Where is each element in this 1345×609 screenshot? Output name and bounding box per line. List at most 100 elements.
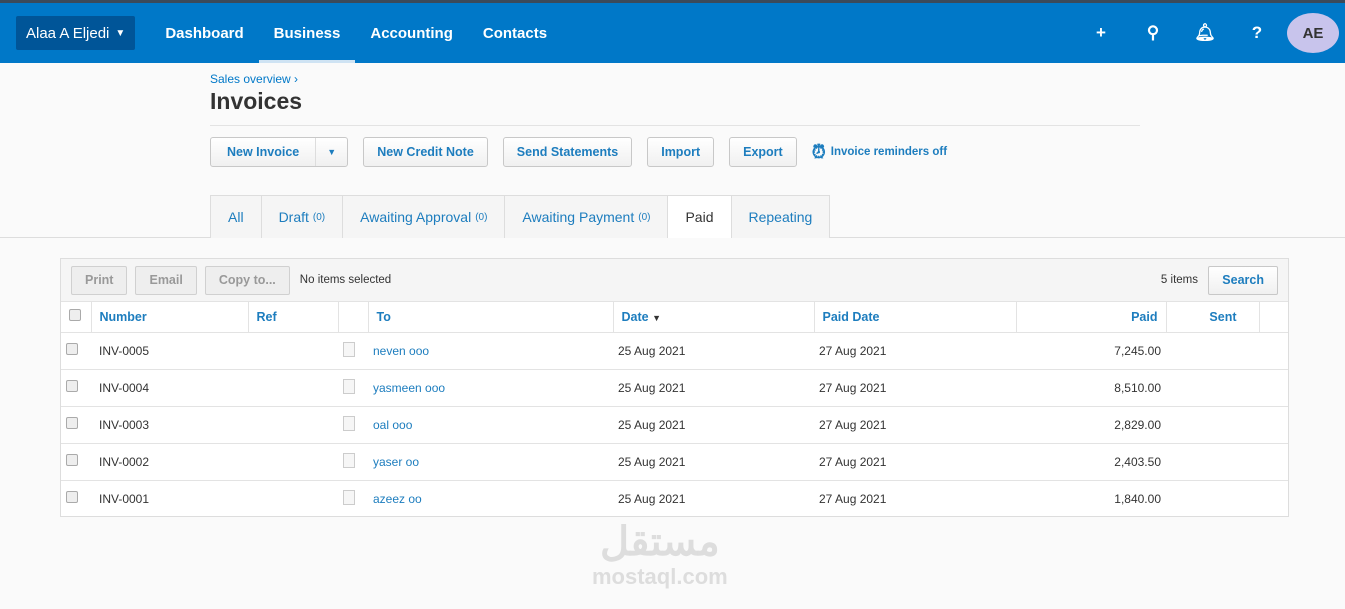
watermark-arabic: مستقل <box>599 520 720 564</box>
invoice-paid-amount: 1,840.00 <box>1114 491 1161 506</box>
send-statements-button[interactable]: Send Statements <box>502 137 633 167</box>
avatar[interactable]: AE <box>1287 13 1339 53</box>
invoice-date: 25 Aug 2021 <box>613 406 814 444</box>
tab-label: Draft <box>278 209 309 225</box>
col-paid-date[interactable]: Paid Date <box>813 302 1016 333</box>
invoice-sent <box>1166 332 1259 370</box>
table-row[interactable]: INV-0001 azeez oo 25 Aug 2021 27 Aug 202… <box>61 480 1288 517</box>
invoice-number[interactable]: INV-0004 <box>91 369 248 407</box>
nav-accounting[interactable]: Accounting <box>370 3 453 63</box>
export-button[interactable]: Export <box>729 137 797 167</box>
col-paid[interactable]: Paid <box>1015 302 1166 333</box>
page-title: Invoices <box>210 88 1140 126</box>
nav-business[interactable]: Business <box>258 3 356 63</box>
invoice-ref <box>248 480 338 517</box>
invoice-table: Number Ref To Date ▼ Paid Date Paid Sent… <box>61 302 1288 517</box>
invoice-paid-date: 27 Aug 2021 <box>814 443 1016 481</box>
table-row[interactable]: INV-0004 yasmeen ooo 25 Aug 2021 27 Aug … <box>61 369 1288 407</box>
invoice-date: 25 Aug 2021 <box>613 369 814 407</box>
row-checkbox[interactable] <box>66 454 78 466</box>
tab-all[interactable]: All <box>210 195 261 238</box>
reminders-label: Invoice reminders off <box>830 146 948 158</box>
item-count: 5 items <box>1160 274 1198 286</box>
col-to[interactable]: To <box>367 302 613 333</box>
invoice-date: 25 Aug 2021 <box>613 332 814 370</box>
col-ref[interactable]: Ref <box>247 302 338 333</box>
search-button[interactable]: Search <box>1208 265 1278 295</box>
table-row[interactable]: INV-0005 neven ooo 25 Aug 2021 27 Aug 20… <box>61 332 1288 370</box>
invoice-contact[interactable]: neven ooo <box>368 332 613 370</box>
nav-dashboard[interactable]: Dashboard <box>165 3 243 63</box>
invoice-contact[interactable]: yasmeen ooo <box>368 369 613 407</box>
invoice-paid-amount: 7,245.00 <box>1016 332 1166 370</box>
new-credit-note-button[interactable]: New Credit Note <box>363 137 488 167</box>
document-icon <box>343 341 355 357</box>
row-checkbox[interactable] <box>66 343 78 355</box>
invoice-number[interactable]: INV-0002 <box>91 443 248 481</box>
invoice-number[interactable]: INV-0001 <box>91 480 248 517</box>
row-checkbox[interactable] <box>66 380 78 392</box>
invoice-reminders-link[interactable]: ⏰︎ Invoice reminders off <box>812 142 947 163</box>
invoice-ref <box>248 332 338 370</box>
invoice-sent <box>1166 480 1259 517</box>
table-row[interactable]: INV-0003 oal ooo 25 Aug 2021 27 Aug 2021… <box>61 406 1288 444</box>
invoice-paid-amount: 8,510.00 <box>1016 369 1166 407</box>
status-tabs: All Draft (0) Awaiting Approval (0) Awaiti… <box>210 195 831 238</box>
col-sent[interactable]: Sent <box>1165 302 1259 333</box>
invoice-number[interactable]: INV-0003 <box>91 406 248 444</box>
plus-icon[interactable]: + <box>1075 23 1127 43</box>
invoice-ref <box>248 369 338 407</box>
tab-label: Awaiting Approval <box>360 209 472 225</box>
tab-awaiting-payment[interactable]: Awaiting Payment (0) <box>504 195 668 238</box>
sort-desc-icon: ▼ <box>652 312 661 323</box>
row-extra <box>1259 406 1288 444</box>
copy-to-button[interactable]: Copy to... <box>204 265 290 295</box>
row-extra <box>1259 332 1288 370</box>
tab-label: All <box>228 209 244 225</box>
tab-awaiting-approval[interactable]: Awaiting Approval (0) <box>342 195 505 238</box>
col-extra <box>1258 302 1288 333</box>
row-extra <box>1259 480 1288 517</box>
col-attachment <box>337 302 368 333</box>
caret-down-icon[interactable]: ▼ <box>315 138 347 166</box>
invoice-number[interactable]: INV-0005 <box>91 332 248 370</box>
tab-label: Repeating <box>748 209 813 225</box>
invoice-paid-date: 27 Aug 2021 <box>814 369 1016 407</box>
selection-status: No items selected <box>299 274 392 286</box>
invoice-paid-amount: 2,829.00 <box>1016 406 1166 444</box>
alarm-clock-icon: ⏰︎ <box>811 141 826 162</box>
nav-contacts[interactable]: Contacts <box>483 3 547 63</box>
invoice-date: 25 Aug 2021 <box>613 443 814 481</box>
new-invoice-button[interactable]: New Invoice ▼ <box>210 137 349 167</box>
bell-icon[interactable]: 🔔︎ <box>1179 23 1231 43</box>
invoice-paid-date: 27 Aug 2021 <box>819 491 887 506</box>
col-date[interactable]: Date ▼ <box>612 302 814 333</box>
tab-repeating[interactable]: Repeating <box>730 195 831 238</box>
new-invoice-label[interactable]: New Invoice <box>211 145 315 159</box>
tab-label: Paid <box>685 209 714 225</box>
breadcrumb[interactable]: Sales overview › <box>210 72 1140 86</box>
col-number[interactable]: Number <box>90 302 248 333</box>
tab-draft[interactable]: Draft (0) <box>260 195 343 238</box>
invoice-contact[interactable]: azeez oo <box>368 480 613 517</box>
invoice-contact[interactable]: oal ooo <box>368 406 613 444</box>
tab-paid[interactable]: Paid <box>667 195 731 238</box>
invoice-sent <box>1166 406 1259 444</box>
print-button[interactable]: Print <box>71 265 128 295</box>
email-button[interactable]: Email <box>135 265 197 295</box>
invoice-paid-date: 27 Aug 2021 <box>814 406 1016 444</box>
search-icon[interactable]: ⚲ <box>1127 23 1179 43</box>
invoice-ref <box>248 406 338 444</box>
table-row[interactable]: INV-0002 yaser oo 25 Aug 2021 27 Aug 202… <box>61 443 1288 481</box>
invoice-paid-date: 27 Aug 2021 <box>814 332 1016 370</box>
invoice-contact[interactable]: yaser oo <box>368 443 613 481</box>
select-all-checkbox[interactable] <box>69 309 81 322</box>
help-icon[interactable]: ? <box>1231 23 1283 43</box>
tab-count: (0) <box>312 211 326 223</box>
import-button[interactable]: Import <box>647 137 715 167</box>
org-switcher[interactable]: Alaa A Eljedi ▼ <box>16 16 136 50</box>
row-checkbox[interactable] <box>66 417 78 429</box>
document-icon <box>343 489 355 505</box>
row-checkbox[interactable] <box>66 491 78 504</box>
row-extra <box>1259 369 1288 407</box>
